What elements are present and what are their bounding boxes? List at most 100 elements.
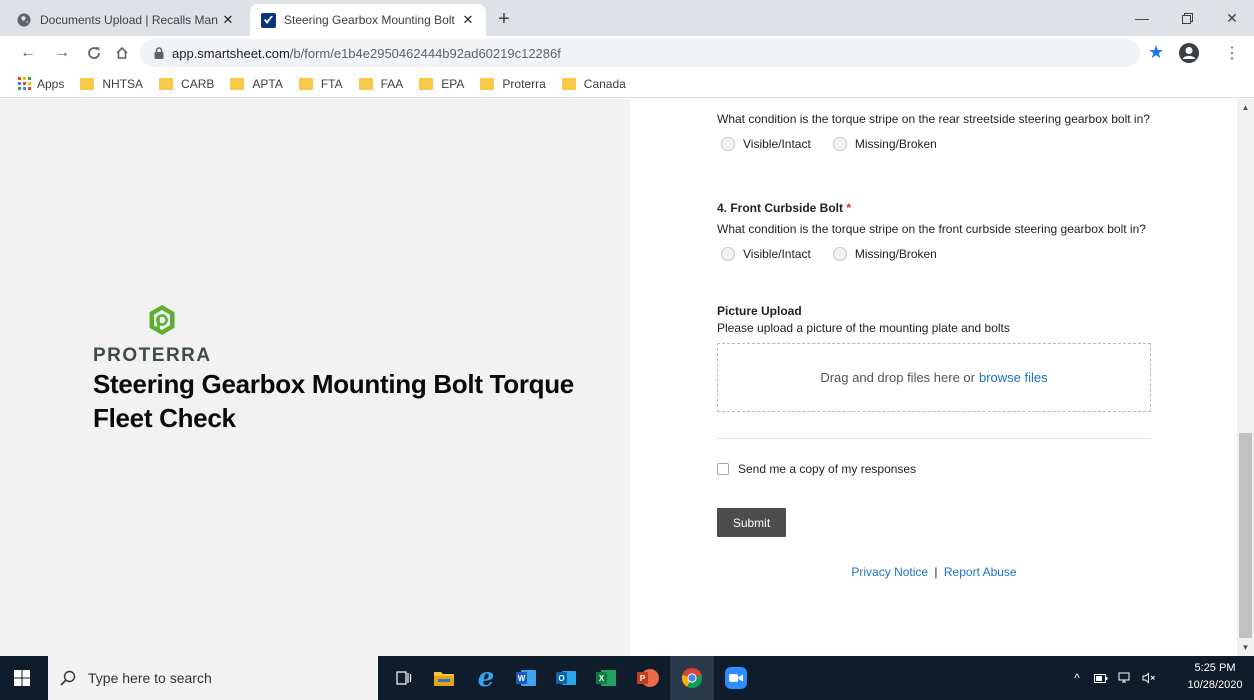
bookmark-faa[interactable]: FAA: [358, 76, 404, 91]
home-icon[interactable]: [110, 41, 134, 65]
radio-button[interactable]: [832, 247, 847, 261]
bookmark-apta[interactable]: APTA: [230, 76, 283, 91]
page-scrollbar[interactable]: ▲ ▼: [1237, 99, 1254, 656]
question-4-title: 4. Front Curbside Bolt: [717, 201, 843, 215]
bookmark-epa[interactable]: EPA: [419, 77, 464, 91]
option-label: Missing/Broken: [854, 247, 937, 261]
taskbar-search-input[interactable]: Type here to search: [48, 656, 378, 700]
clock-date: 10/28/2020: [1187, 679, 1243, 691]
submit-button[interactable]: Submit: [717, 508, 786, 537]
scroll-up-arrow-icon[interactable]: ▲: [1237, 99, 1254, 116]
bookmark-carb[interactable]: CARB: [159, 77, 214, 91]
bookmark-proterra[interactable]: Proterra: [480, 77, 546, 91]
bookmark-label: APTA: [252, 76, 283, 91]
option-missing-broken[interactable]: Missing/Broken: [829, 247, 937, 261]
close-window-icon[interactable]: ✕: [1210, 0, 1254, 36]
radio-button[interactable]: [832, 137, 847, 151]
picture-upload-label: Picture Upload: [717, 304, 802, 318]
apps-grid-icon: [18, 77, 31, 90]
excel-icon[interactable]: X: [586, 656, 626, 700]
svg-text:X: X: [599, 674, 605, 683]
tab-documents-upload[interactable]: Documents Upload | Recalls Man ✕: [6, 4, 246, 36]
lock-icon: [154, 47, 164, 59]
file-dropzone[interactable]: Drag and drop files here or browse files: [717, 343, 1151, 412]
smartsheet-icon: [260, 12, 276, 28]
bookmark-fta[interactable]: FTA: [298, 76, 343, 91]
send-copy-option[interactable]: Send me a copy of my responses: [717, 462, 916, 476]
svg-text:W: W: [518, 674, 526, 683]
file-explorer-icon[interactable]: [424, 656, 464, 700]
windows-start-icon[interactable]: [2, 656, 42, 700]
question-4: 4. Front Curbside Bolt * What condition …: [717, 201, 1151, 261]
bookmark-label: EPA: [441, 76, 465, 91]
battery-icon[interactable]: [1090, 656, 1112, 700]
folder-icon: [358, 77, 373, 90]
zoom-icon[interactable]: [714, 656, 758, 700]
option-visible-intact[interactable]: Visible/Intact: [717, 137, 811, 151]
bookmark-canada[interactable]: Canada: [561, 76, 626, 91]
show-hidden-icons-chevron-icon[interactable]: ^: [1066, 656, 1088, 700]
reload-icon[interactable]: [82, 41, 106, 65]
taskbar-clock[interactable]: 5:25 PM 10/28/2020: [1180, 660, 1250, 694]
search-icon: [60, 670, 76, 686]
folder-icon: [298, 77, 313, 90]
task-view-icon[interactable]: [384, 656, 424, 700]
url-host: app.smartsheet.com: [172, 45, 290, 61]
send-copy-checkbox[interactable]: [717, 463, 729, 475]
option-visible-intact[interactable]: Visible/Intact: [717, 247, 811, 261]
new-tab-button[interactable]: +: [492, 8, 516, 32]
forward-arrow-icon[interactable]: →: [50, 41, 74, 65]
page-viewport: PROTERRA Steering Gearbox Mounting Bolt …: [0, 99, 1254, 656]
restore-icon[interactable]: [1165, 0, 1209, 36]
question-3: What condition is the torque stripe on t…: [717, 112, 1151, 151]
svg-text:P: P: [640, 674, 646, 683]
browser-toolbar: ← → app.smartsheet.com/b/form/e1b4e29504…: [0, 36, 1254, 70]
address-bar[interactable]: app.smartsheet.com/b/form/e1b4e295046244…: [140, 39, 1140, 67]
bookmarks-bar: Apps NHTSA CARB APTA FTA FAA EPA Proterr…: [0, 70, 1254, 98]
brand-panel: PROTERRA Steering Gearbox Mounting Bolt …: [0, 99, 630, 656]
radio-button[interactable]: [721, 247, 735, 261]
chrome-icon[interactable]: [670, 656, 714, 700]
close-tab-icon[interactable]: ✕: [460, 12, 476, 28]
form-footer: Privacy Notice | Report Abuse: [717, 565, 1151, 579]
profile-avatar-icon[interactable]: [1178, 42, 1200, 64]
volume-muted-icon[interactable]: [1138, 656, 1160, 700]
question-3-options: Visible/Intact Missing/Broken: [717, 137, 1151, 151]
folder-icon: [80, 77, 95, 90]
bookmark-label: FTA: [320, 76, 343, 91]
bookmark-label: FAA: [380, 76, 404, 91]
folder-icon: [159, 77, 174, 90]
powerpoint-icon[interactable]: P: [628, 656, 668, 700]
report-abuse-link[interactable]: Report Abuse: [944, 565, 1017, 579]
question-4-text: What condition is the torque stripe on t…: [717, 222, 1146, 236]
bookmark-nhtsa[interactable]: NHTSA: [80, 77, 143, 91]
close-tab-icon[interactable]: ✕: [220, 12, 236, 28]
word-icon[interactable]: W: [506, 656, 546, 700]
search-placeholder: Type here to search: [88, 670, 212, 686]
radio-button[interactable]: [721, 137, 735, 151]
browse-files-link[interactable]: browse files: [979, 370, 1048, 385]
folder-icon: [419, 77, 434, 90]
back-arrow-icon[interactable]: ←: [16, 41, 40, 65]
internet-explorer-icon[interactable]: e: [466, 656, 506, 700]
bookmark-star-icon[interactable]: ★: [1148, 42, 1164, 63]
scroll-down-arrow-icon[interactable]: ▼: [1237, 639, 1254, 656]
folder-icon: [561, 77, 576, 90]
privacy-notice-link[interactable]: Privacy Notice: [851, 565, 928, 579]
minimize-icon[interactable]: —: [1120, 0, 1164, 36]
browser-menu-icon[interactable]: ⋮: [1222, 43, 1242, 63]
browser-tabstrip: Documents Upload | Recalls Man ✕ Steerin…: [0, 0, 1254, 36]
brand-name: PROTERRA: [93, 345, 212, 366]
bookmark-label: CARB: [181, 76, 215, 91]
bookmark-label: Apps: [37, 76, 65, 91]
clock-time: 5:25 PM: [1194, 662, 1236, 674]
globe-icon: [16, 12, 32, 28]
scrollbar-thumb[interactable]: [1239, 433, 1252, 638]
outlook-icon[interactable]: O: [546, 656, 586, 700]
network-icon[interactable]: [1114, 656, 1136, 700]
bookmark-label: Canada: [583, 76, 626, 91]
tab-title: Steering Gearbox Mounting Bolt: [284, 13, 455, 27]
bookmark-apps[interactable]: Apps: [18, 77, 64, 91]
tab-steering-gearbox[interactable]: Steering Gearbox Mounting Bolt ✕: [250, 4, 486, 36]
option-missing-broken[interactable]: Missing/Broken: [829, 137, 937, 151]
